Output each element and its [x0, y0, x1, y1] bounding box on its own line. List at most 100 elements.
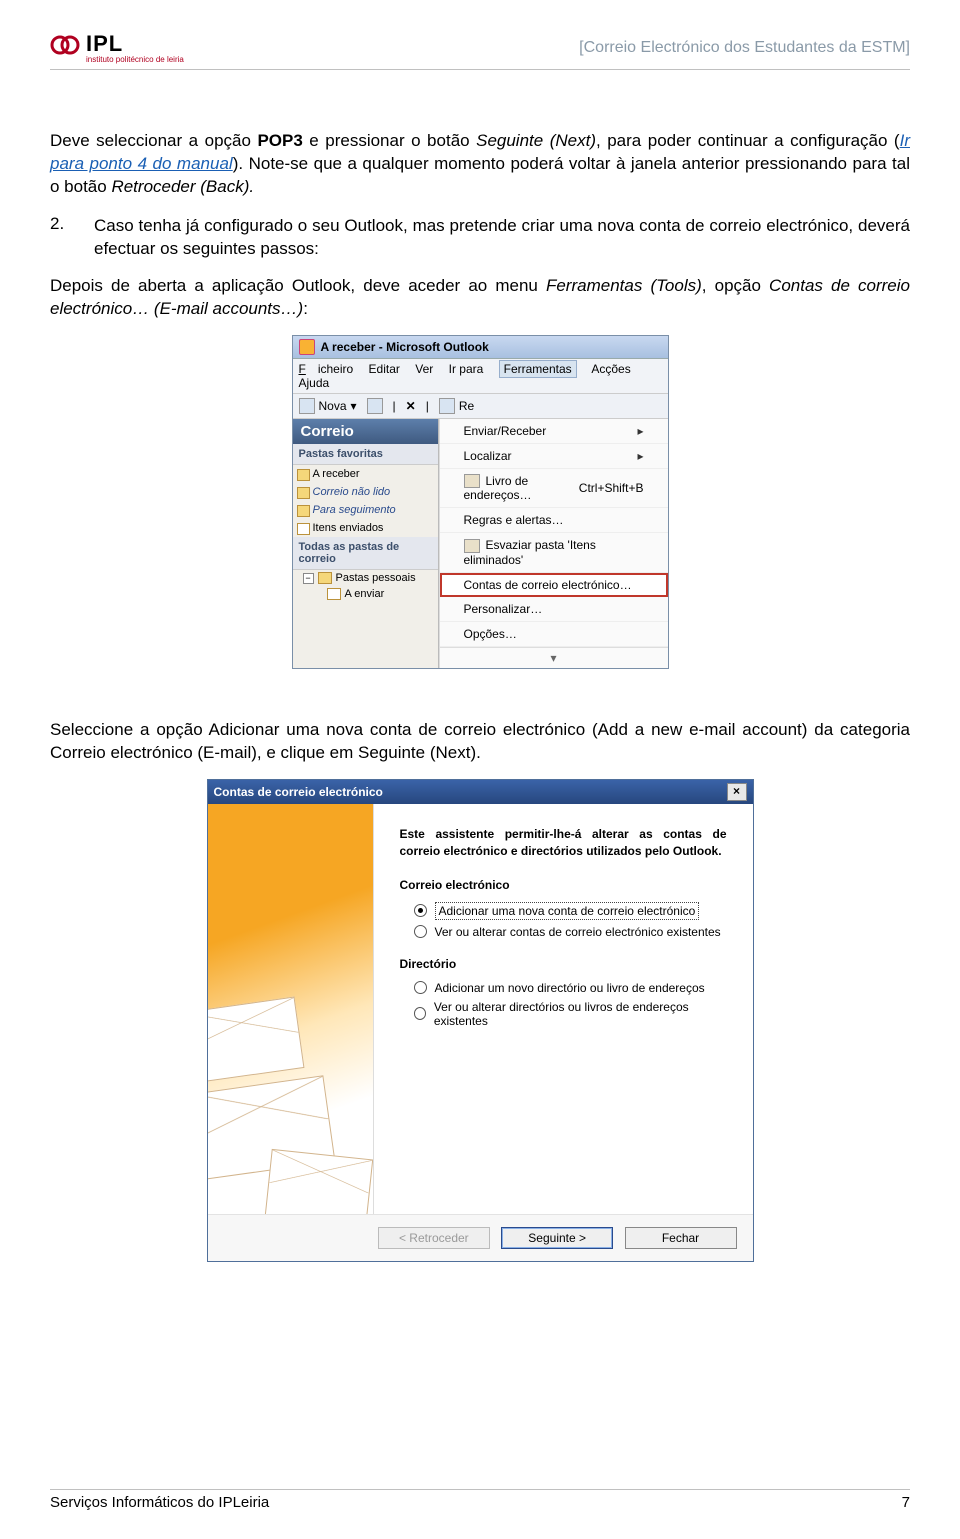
tree-root[interactable]: − Pastas pessoais: [293, 570, 438, 586]
radio-add-directory[interactable]: Adicionar um novo directório ou livro de…: [414, 981, 727, 995]
paragraph-1: Deve seleccionar a opção POP3 e pression…: [50, 130, 910, 199]
mi-accounts-label: Contas de correio electrónico…: [464, 578, 632, 592]
nav-unread[interactable]: Correio não lido: [293, 483, 438, 501]
envelope-icon: [264, 1149, 372, 1214]
footer-left: Serviços Informáticos do IPLeiria: [50, 1494, 269, 1511]
dialog-title: Contas de correio electrónico: [214, 785, 383, 799]
dialog-footer: < Retroceder Seguinte > Fechar: [208, 1214, 753, 1261]
document-page: IPL instituto politécnico de leiria [Cor…: [0, 0, 960, 1539]
p2-a: Depois de aberta a aplicação Outlook, de…: [50, 276, 546, 295]
radio-add-account[interactable]: Adicionar uma nova conta de correio elec…: [414, 902, 727, 920]
mi-customize[interactable]: Personalizar…: [440, 597, 668, 622]
toolbar-reply-label: Re: [459, 399, 474, 413]
radio-add-account-label: Adicionar uma nova conta de correio elec…: [435, 902, 700, 920]
addressbook-icon: [464, 474, 480, 488]
nav-follow[interactable]: Para seguimento: [293, 501, 438, 519]
close-button[interactable]: Fechar: [625, 1227, 737, 1249]
nav-favorites-label: Pastas favoritas: [293, 444, 438, 465]
new-mail-icon: [299, 398, 315, 414]
menu-actions[interactable]: Acções: [591, 362, 630, 376]
outlook-navpane: Correio Pastas favoritas A receber Corre…: [293, 419, 439, 669]
p1-bold-pop3: POP3: [257, 131, 302, 150]
mi-addrbook[interactable]: Livro de endereços…Ctrl+Shift+B: [440, 469, 668, 509]
toolbar-new[interactable]: Nova ▾: [299, 398, 357, 414]
screenshot-outlook-menu: A receber - Microsoft Outlook FFicheiroi…: [292, 335, 669, 670]
menu-view[interactable]: Ver: [415, 362, 433, 376]
list-item-2: 2.Caso tenha já configurado o seu Outloo…: [50, 213, 910, 261]
dialog-intro: Este assistente permitir-lhe-á alterar a…: [400, 826, 727, 860]
p1-c: , para poder continuar a configuração (: [596, 131, 900, 150]
page-footer: Serviços Informáticos do IPLeiria 7: [50, 1489, 910, 1511]
toolbar-reply[interactable]: Re: [439, 398, 474, 414]
p1-seguinte: Seguinte (Next): [476, 131, 596, 150]
radio-view-accounts-label: Ver ou alterar contas de correio electró…: [435, 925, 721, 939]
radio-view-directories[interactable]: Ver ou alterar directórios ou livros de …: [414, 1000, 727, 1028]
next-button[interactable]: Seguinte >: [501, 1227, 613, 1249]
radio-view-accounts[interactable]: Ver ou alterar contas de correio electró…: [414, 925, 727, 939]
close-icon[interactable]: ×: [727, 783, 747, 801]
outlook-menubar: FFicheiroicheiro Editar Ver Ir para Ferr…: [293, 359, 668, 394]
mi-rules[interactable]: Regras e alertas…: [440, 508, 668, 533]
screenshot-accounts-dialog: Contas de correio electrónico × Este ass…: [207, 779, 754, 1262]
submenu-arrow-icon: ▸: [637, 449, 643, 463]
page-header: IPL instituto politécnico de leiria [Cor…: [50, 30, 910, 65]
toolbar-delete-icon[interactable]: ✕: [406, 399, 416, 413]
menu-file[interactable]: FFicheiroicheiro: [299, 362, 354, 376]
mi-empty-label: Esvaziar pasta 'Itens eliminados': [464, 538, 596, 567]
menu-help[interactable]: Ajuda: [299, 376, 330, 390]
navpane-header: Correio: [293, 419, 438, 444]
outlook-toolbar: Nova ▾ | ✕ | Re: [293, 394, 668, 419]
menu-tools[interactable]: Ferramentas: [499, 360, 577, 378]
p1-a: Deve seleccionar a opção: [50, 131, 257, 150]
outlook-split: Correio Pastas favoritas A receber Corre…: [293, 419, 668, 669]
tree-collapse-icon[interactable]: −: [303, 573, 314, 584]
print-icon[interactable]: [367, 398, 383, 414]
header-divider: [50, 69, 910, 70]
ipl-logo-icon: [50, 30, 80, 65]
logo-subtext: instituto politécnico de leiria: [86, 55, 184, 64]
p1-retroceder: Retroceder (Back).: [111, 177, 254, 196]
logo-text-block: IPL instituto politécnico de leiria: [86, 31, 184, 64]
p2-c: :: [303, 299, 308, 318]
mi-accounts[interactable]: Contas de correio electrónico…: [440, 573, 668, 597]
toolbar-new-label: Nova: [319, 399, 347, 413]
dialog-body: Este assistente permitir-lhe-á alterar a…: [208, 804, 753, 1214]
dialog-artwork: [208, 804, 374, 1214]
tree-outbox[interactable]: A enviar: [293, 586, 438, 602]
dialog-titlebar: Contas de correio electrónico ×: [208, 780, 753, 804]
nav-sent[interactable]: Itens enviados: [293, 519, 438, 537]
page-number: 7: [902, 1494, 910, 1511]
li2-number: 2.: [50, 213, 78, 236]
p1-b: e pressionar o botão: [303, 131, 476, 150]
mi-sendrecv-label: Enviar/Receber: [464, 424, 547, 438]
document-title: [Correio Electrónico dos Estudantes da E…: [579, 39, 910, 57]
tree-root-label: Pastas pessoais: [336, 572, 416, 584]
mi-options[interactable]: Opções…: [440, 622, 668, 647]
p2-ferramentas: Ferramentas (Tools): [546, 276, 702, 295]
logo: IPL instituto politécnico de leiria: [50, 30, 184, 65]
nav-allfolders-label: Todas as pastas de correio: [293, 537, 438, 570]
dialog-content: Este assistente permitir-lhe-á alterar a…: [374, 804, 753, 1214]
reply-icon: [439, 398, 455, 414]
outbox-icon: [327, 588, 341, 600]
p2-b: , opção: [702, 276, 769, 295]
mi-find[interactable]: Localizar ▸: [440, 444, 668, 469]
menu-expand-chevron-icon[interactable]: ▾: [440, 647, 668, 668]
mi-addrbook-shortcut: Ctrl+Shift+B: [579, 481, 644, 495]
paragraph-2: Depois de aberta a aplicação Outlook, de…: [50, 275, 910, 321]
mi-empty[interactable]: Esvaziar pasta 'Itens eliminados': [440, 533, 668, 573]
section-correio: Correio electrónico: [400, 878, 727, 892]
nav-inbox[interactable]: A receber: [293, 465, 438, 483]
menu-goto[interactable]: Ir para: [449, 362, 484, 376]
submenu-arrow-icon: ▸: [637, 424, 643, 438]
mi-customize-label: Personalizar…: [464, 602, 543, 616]
outlook-icon: [299, 339, 315, 355]
toolbar-sep2: |: [426, 399, 429, 413]
mi-sendrecv[interactable]: Enviar/Receber ▸: [440, 419, 668, 444]
logo-text: IPL: [86, 31, 123, 56]
mi-find-label: Localizar: [464, 449, 512, 463]
menu-edit[interactable]: Editar: [369, 362, 400, 376]
envelope-icon: [208, 997, 304, 1084]
paragraph-3: Seleccione a opção Adicionar uma nova co…: [50, 719, 910, 765]
tree-outbox-label: A enviar: [345, 588, 385, 600]
